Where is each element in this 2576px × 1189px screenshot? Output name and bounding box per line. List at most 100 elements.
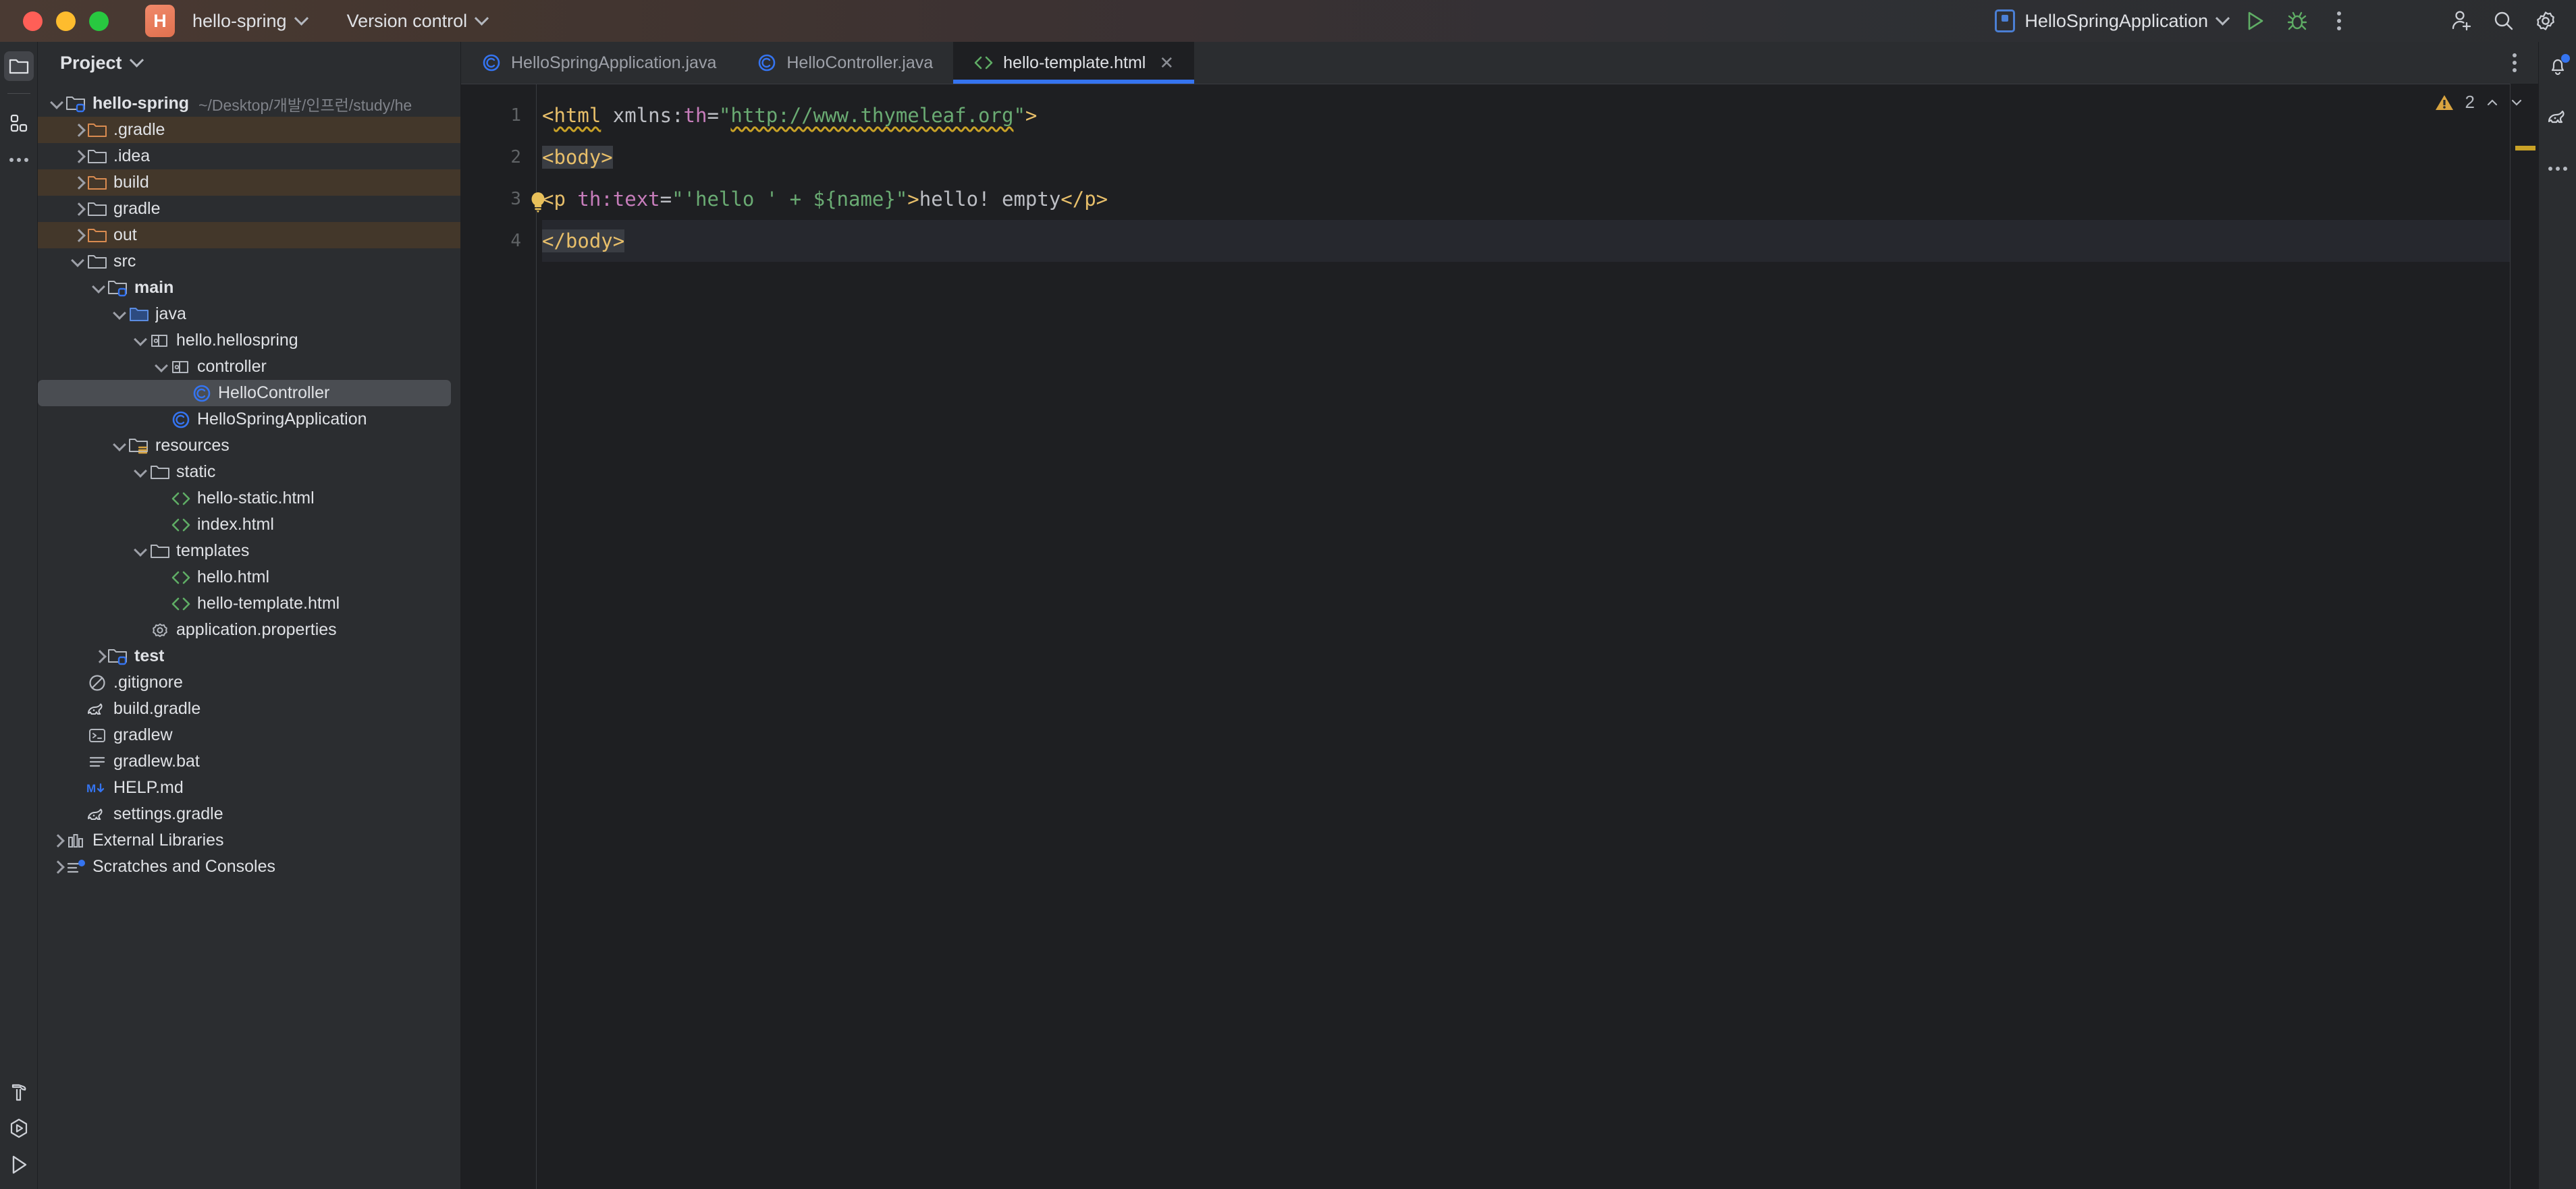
tree-row[interactable]: hello.hellospring	[38, 327, 460, 354]
chevron-down-icon[interactable]	[155, 360, 169, 375]
chevron-right-icon[interactable]	[71, 149, 86, 164]
tree-row[interactable]: .gradle	[38, 117, 460, 143]
chevron-right-icon[interactable]	[71, 228, 86, 243]
maximize-window-button[interactable]	[89, 11, 109, 31]
tree-row-label: hello.html	[197, 568, 269, 586]
close-icon[interactable]: ✕	[1159, 53, 1174, 74]
search-button[interactable]	[2483, 0, 2525, 42]
settings-button[interactable]	[2525, 0, 2567, 42]
run-button[interactable]	[2234, 0, 2276, 42]
chevron-right-icon[interactable]	[71, 175, 86, 190]
tree-row[interactable]: hello-template.html	[38, 590, 460, 617]
tree-row[interactable]: index.html	[38, 511, 460, 538]
tree-row[interactable]: gradle	[38, 196, 460, 222]
code-editor[interactable]: 1234 <html xmlns:th="http://www.thymelea…	[461, 84, 2538, 1189]
editor-tab[interactable]: hello-template.html ✕	[953, 42, 1195, 84]
tree-row[interactable]: src	[38, 248, 460, 275]
tree-row[interactable]: hello-spring ~/Desktop/개발/인프런/study/he	[38, 90, 460, 117]
tree-row[interactable]: settings.gradle	[38, 801, 460, 827]
notifications-button[interactable]	[2543, 51, 2573, 81]
code-token: >	[907, 188, 919, 211]
chevron-down-icon[interactable]	[113, 439, 128, 453]
code-line[interactable]: <body>	[542, 136, 2538, 178]
inspection-widget[interactable]: 2	[2434, 92, 2523, 113]
tree-row[interactable]: M HELP.md	[38, 775, 460, 801]
tree-row[interactable]: Scratches and Consoles	[38, 854, 460, 880]
editor-tab[interactable]: HelloController.java	[736, 42, 953, 84]
tree-row[interactable]: application.properties	[38, 617, 460, 643]
debug-button[interactable]	[2276, 0, 2318, 42]
chevron-right-icon[interactable]	[71, 123, 86, 138]
tree-row[interactable]: static	[38, 459, 460, 485]
chevron-down-icon[interactable]	[134, 544, 149, 559]
tree-row[interactable]: hello-static.html	[38, 485, 460, 511]
more-tool-windows-button[interactable]	[4, 145, 34, 175]
chevron-right-icon[interactable]	[71, 202, 86, 217]
tree-row[interactable]: test	[38, 643, 460, 669]
chevron-right-icon[interactable]	[92, 649, 107, 664]
tree-row[interactable]: HelloController	[38, 380, 451, 406]
chevron-down-icon[interactable]	[50, 96, 65, 111]
tree-row[interactable]: controller	[38, 354, 460, 380]
tree-row[interactable]: .gitignore	[38, 669, 460, 696]
tree-row[interactable]: templates	[38, 538, 460, 564]
tree-row[interactable]: build.gradle	[38, 696, 460, 722]
project-tool-window-button[interactable]	[3, 51, 34, 81]
chevron-down-icon[interactable]	[134, 465, 149, 480]
warning-marker[interactable]	[2515, 146, 2535, 150]
tree-row[interactable]: External Libraries	[38, 827, 460, 854]
tree-row[interactable]: gradlew.bat	[38, 748, 460, 775]
minimize-window-button[interactable]	[56, 11, 76, 31]
tree-row[interactable]: main	[38, 275, 460, 301]
code-line[interactable]: <p th:text="'hello ' + ${name}">hello! e…	[542, 178, 2538, 220]
code-line[interactable]: </body>	[542, 220, 2538, 262]
tree-row[interactable]: resources	[38, 433, 460, 459]
gutter-line-number[interactable]: 1	[461, 94, 521, 136]
chevron-down-icon[interactable]	[2510, 96, 2523, 109]
tree-row[interactable]: hello.html	[38, 564, 460, 590]
gradle-file-icon	[88, 703, 103, 715]
tree-row[interactable]: gradlew	[38, 722, 460, 748]
chevron-down-icon[interactable]	[92, 281, 107, 296]
chevron-up-icon[interactable]	[2486, 96, 2499, 109]
version-control-menu[interactable]: Version control	[340, 7, 494, 36]
project-name-menu[interactable]: hello-spring	[186, 7, 313, 36]
code-line[interactable]: <html xmlns:th="http://www.thymeleaf.org…	[542, 94, 2538, 136]
tree-row[interactable]: out	[38, 222, 460, 248]
code-token: "	[718, 104, 731, 127]
tree-row[interactable]: build	[38, 169, 460, 196]
build-tool-window-button[interactable]	[4, 1077, 34, 1107]
chevron-down-icon[interactable]	[71, 254, 86, 269]
close-window-button[interactable]	[23, 11, 43, 31]
tree-row-label: out	[113, 225, 137, 244]
editor-gutter[interactable]: 1234	[461, 84, 545, 1189]
gradle-tool-window-button[interactable]	[2543, 103, 2573, 132]
run-tool-window-button[interactable]	[4, 1150, 34, 1180]
gutter-line-number[interactable]: 3	[461, 178, 545, 220]
chevron-right-icon[interactable]	[50, 860, 65, 875]
chevron-right-icon[interactable]	[50, 833, 65, 848]
gutter-line-number[interactable]: 4	[461, 220, 521, 262]
editor-tabs-more-button[interactable]	[2491, 42, 2538, 84]
chevron-down-icon[interactable]	[129, 53, 144, 67]
chevron-down-icon[interactable]	[134, 333, 149, 348]
chevron-down-icon[interactable]	[113, 307, 128, 322]
folder-icon	[88, 149, 107, 163]
project-tree[interactable]: hello-spring ~/Desktop/개발/인프런/study/he .gr…	[38, 84, 460, 1189]
tree-row[interactable]: java	[38, 301, 460, 327]
editor-tab[interactable]: HelloSpringApplication.java	[461, 42, 736, 84]
more-tool-windows-button[interactable]	[2543, 154, 2573, 184]
tree-row-label: hello-spring	[92, 94, 190, 113]
tree-row[interactable]: HelloSpringApplication	[38, 406, 460, 433]
services-tool-window-button[interactable]	[4, 1113, 34, 1143]
tree-row[interactable]: .idea	[38, 143, 460, 169]
run-configuration-selector[interactable]: HelloSpringApplication	[1988, 5, 2234, 36]
module-folder-icon	[66, 96, 85, 112]
gutter-line-number[interactable]: 2	[461, 136, 521, 178]
editor-scrollbar[interactable]	[2510, 84, 2538, 1189]
add-user-button[interactable]	[2441, 0, 2483, 42]
editor-code-content[interactable]: <html xmlns:th="http://www.thymeleaf.org…	[537, 84, 2538, 1189]
commit-tool-window-button[interactable]	[4, 109, 34, 138]
more-actions-button[interactable]	[2318, 0, 2360, 42]
